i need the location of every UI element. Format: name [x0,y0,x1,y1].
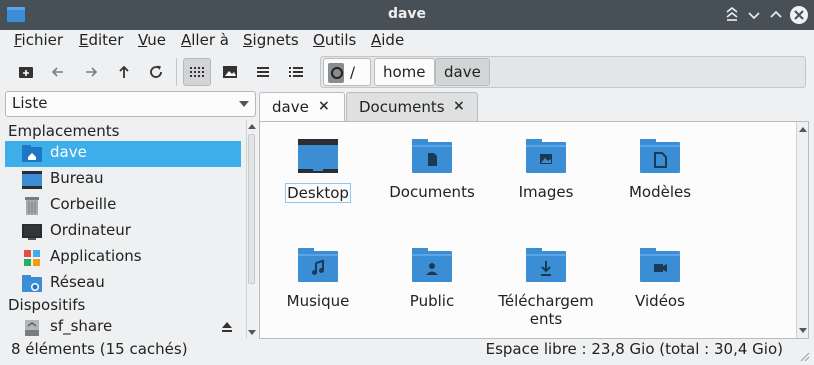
file-item-images[interactable]: Images [491,139,601,201]
reload-button[interactable] [142,58,170,86]
file-view: Desktop Documents Images Modèles Musique… [259,121,809,339]
devices-header: Dispositifs [8,296,86,314]
sidebar-item-bureau[interactable]: Bureau [5,167,241,193]
window-title: dave [387,6,427,22]
thumbnail-view-button[interactable] [216,58,244,86]
menu-fichier[interactable]: Fichier [14,31,63,49]
sidebar-item-applications[interactable]: Applications [5,245,241,271]
file-item-modeles[interactable]: Modèles [605,139,715,201]
title-bar: dave [0,0,814,30]
compact-view-button[interactable] [249,58,277,86]
up-button[interactable] [110,58,138,86]
file-item-public[interactable]: Public [377,248,487,310]
scroll-up-arrow-icon[interactable] [248,124,256,129]
file-item-documents[interactable]: Documents [377,139,487,201]
menu-aide[interactable]: Aide [371,31,404,49]
close-window-button[interactable] [789,5,809,25]
reload-icon [150,65,162,78]
sidebar-item-reseau[interactable]: Réseau [5,271,241,297]
sidebar-item-corbeille[interactable]: Corbeille [5,193,241,219]
videos-folder-icon [640,248,680,282]
minimize-icon [748,12,760,20]
tab-dave[interactable]: dave × [259,92,345,121]
file-view-scrollbar[interactable] [796,122,808,338]
sidebar-item-dave[interactable]: dave [5,141,241,167]
status-item-count: 8 éléments (15 cachés) [11,340,188,358]
icon-view-icon [190,67,204,77]
menu-aller-a[interactable]: Aller à [181,31,229,49]
menu-signets[interactable]: Signets [243,31,299,49]
forward-button[interactable] [77,58,105,86]
computer-icon [22,224,42,240]
back-icon [51,67,63,77]
applications-icon [24,250,40,266]
menu-bar: Fichier Editer Vue Aller à Signets Outil… [0,30,814,52]
sidebar-item-ordinateur[interactable]: Ordinateur [5,219,241,245]
forward-icon [86,67,98,77]
keep-above-icon [726,6,738,21]
file-item-videos[interactable]: Vidéos [605,248,715,310]
side-scrollbar[interactable] [246,120,256,339]
close-tab-icon[interactable]: × [318,98,330,114]
new-tab-button[interactable] [12,58,40,86]
desktop-icon [22,171,42,189]
scrollbar-thumb[interactable] [248,134,255,284]
path-bar: / home dave [320,56,806,88]
resize-grip-icon[interactable] [800,352,810,362]
side-pane-mode-select[interactable]: Liste [5,91,256,117]
tab-bar: dave × Documents × [259,92,814,121]
path-crumb-dave[interactable]: dave [435,58,490,86]
menu-editer[interactable]: Editer [79,31,123,49]
downloads-folder-icon [526,248,566,282]
status-free-space: Espace libre : 23,8 Gio (total : 30,4 Gi… [485,340,783,358]
scroll-down-arrow-icon[interactable] [248,330,256,335]
network-icon [22,275,42,292]
menu-vue[interactable]: Vue [138,31,166,49]
sidebar-item-sf-share[interactable]: sf_share [5,315,241,339]
file-item-telechargements[interactable]: Téléchargements [491,248,601,328]
file-item-desktop[interactable]: Desktop [263,139,373,203]
back-button[interactable] [44,58,72,86]
icon-view-button[interactable] [183,58,211,86]
file-item-musique[interactable]: Musique [263,248,373,310]
documents-folder-icon [412,139,452,173]
places-header: Emplacements [8,122,120,140]
keep-above-button[interactable] [723,6,741,24]
drive-icon [25,320,39,336]
maximize-button[interactable] [767,6,785,24]
detailed-list-view-button[interactable] [282,58,310,86]
close-icon [790,6,808,24]
toolbar-separator [176,58,177,86]
drive-root-icon [328,63,344,83]
desktop-folder-icon [298,139,338,173]
close-tab-icon[interactable]: × [453,98,465,114]
scroll-up-arrow-icon[interactable] [799,127,807,132]
menu-outils[interactable]: Outils [313,31,356,49]
detailed-list-view-icon [289,67,303,77]
trash-icon [25,197,39,215]
tab-documents[interactable]: Documents × [346,92,478,121]
minimize-button[interactable] [745,6,763,24]
up-icon [119,65,129,78]
new-tab-icon [19,67,33,78]
templates-folder-icon [640,139,680,173]
path-root-button[interactable]: / [323,58,371,86]
side-panel: Emplacements dave Bureau Corbeille Ordin… [5,120,256,339]
music-folder-icon [298,248,338,282]
public-folder-icon [412,248,452,282]
thumbnail-view-icon [223,66,237,78]
path-crumb-home[interactable]: home [374,58,435,86]
eject-icon[interactable] [221,321,233,333]
scroll-down-arrow-icon[interactable] [799,328,807,333]
compact-view-icon [257,67,269,77]
home-folder-icon [22,145,42,162]
maximize-icon [770,10,782,18]
pictures-folder-icon [526,139,566,173]
chevron-down-icon [239,101,249,107]
